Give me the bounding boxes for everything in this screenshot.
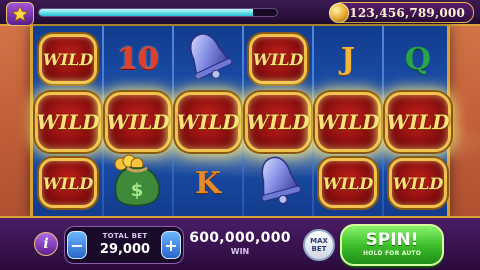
- wild-symbol: WILD: [385, 92, 451, 152]
- max-bet-label-line2: BET: [311, 245, 327, 253]
- reel-2-symbol-1: 10: [104, 28, 172, 90]
- top-bar: $123,456,789,000: [0, 0, 480, 26]
- reel-2-symbol-2: WILD: [104, 88, 172, 156]
- spin-button[interactable]: SPIN! HOLD FOR AUTO: [340, 224, 444, 266]
- reel-5-symbol-3: WILD: [314, 152, 382, 214]
- win-label: WIN: [230, 247, 250, 256]
- j-symbol: J: [340, 41, 356, 77]
- level-star-button[interactable]: [6, 2, 34, 26]
- total-bet-label: TOTAL BET: [102, 232, 148, 240]
- total-bet-panel: − TOTAL BET 29,000 +: [64, 226, 184, 264]
- spin-hold-hint: HOLD FOR AUTO: [362, 250, 422, 257]
- slot-reels[interactable]: WILD 10 WILD J Q WILD WILD WILD WILD WIL…: [30, 26, 480, 216]
- wild-symbol: WILD: [39, 158, 97, 208]
- coin-balance-value: $123,456,789,000: [340, 5, 465, 20]
- wild-symbol: WILD: [319, 158, 377, 208]
- control-bar: i − TOTAL BET 29,000 + 600,000,000 WIN M…: [0, 216, 480, 270]
- reel-3-symbol-3: K: [174, 152, 242, 214]
- minus-icon: −: [70, 235, 84, 255]
- xp-progress-fill: [39, 9, 254, 16]
- increase-bet-button[interactable]: +: [161, 231, 181, 259]
- plus-icon: +: [164, 235, 178, 255]
- reel-4-symbol-2: WILD: [244, 88, 312, 156]
- xp-progress-bar: [38, 8, 278, 17]
- star-icon: [11, 5, 29, 22]
- reel-3-symbol-1: [174, 26, 242, 88]
- win-display: 600,000,000 WIN: [186, 224, 294, 266]
- ten-symbol: 10: [117, 41, 159, 77]
- reel-5-symbol-2: WILD: [314, 88, 382, 156]
- spin-label: SPIN!: [365, 230, 419, 250]
- reel-2-symbol-3: $: [104, 150, 172, 212]
- wild-symbol: WILD: [39, 34, 97, 84]
- wild-symbol: WILD: [245, 92, 311, 152]
- info-icon: i: [43, 236, 49, 252]
- reel-1-symbol-1: WILD: [34, 28, 102, 90]
- wild-symbol: WILD: [175, 92, 241, 152]
- total-bet-value: 29,000: [99, 242, 151, 257]
- coin-icon: [329, 3, 349, 23]
- wild-symbol: WILD: [315, 92, 381, 152]
- reel-6-symbol-2: WILD: [384, 88, 452, 156]
- max-bet-button[interactable]: MAX BET: [303, 229, 335, 261]
- coin-balance[interactable]: $123,456,789,000: [329, 2, 474, 23]
- reel-4-symbol-3: [244, 150, 312, 212]
- win-amount: 600,000,000: [189, 230, 291, 246]
- q-symbol: Q: [404, 41, 432, 77]
- reel-3-symbol-2: WILD: [174, 88, 242, 156]
- max-bet-label-line1: MAX: [310, 237, 328, 245]
- reel-5-symbol-1: J: [314, 28, 382, 90]
- reel-1-symbol-2: WILD: [34, 88, 102, 156]
- wild-symbol: WILD: [389, 158, 447, 208]
- k-symbol: K: [194, 165, 222, 201]
- wild-symbol: WILD: [249, 34, 307, 84]
- reel-1-symbol-3: WILD: [34, 152, 102, 214]
- reel-6-symbol-3: WILD: [384, 152, 452, 214]
- svg-text:$: $: [131, 180, 144, 201]
- info-button[interactable]: i: [34, 232, 58, 256]
- bell-icon: [261, 156, 302, 204]
- wild-symbol: WILD: [35, 92, 101, 152]
- money-bag-icon: $: [114, 154, 160, 207]
- reel-6-symbol-1: Q: [384, 28, 452, 90]
- decrease-bet-button[interactable]: −: [67, 231, 87, 259]
- wild-symbol: WILD: [105, 92, 171, 152]
- reel-4-symbol-1: WILD: [244, 28, 312, 90]
- bell-icon: [189, 33, 233, 80]
